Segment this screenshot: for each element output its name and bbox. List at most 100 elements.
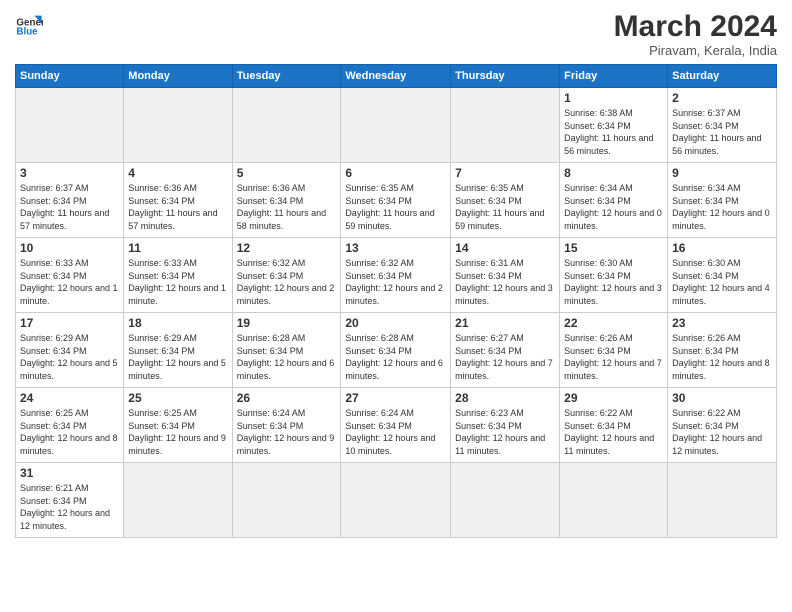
day-info: Sunrise: 6:29 AMSunset: 6:34 PMDaylight:… (128, 332, 227, 382)
table-cell: 24 Sunrise: 6:25 AMSunset: 6:34 PMDayligh… (16, 388, 124, 463)
day-number: 17 (20, 316, 119, 330)
table-cell: 21Sunrise: 6:27 AMSunset: 6:34 PMDayligh… (451, 313, 560, 388)
header-wednesday: Wednesday (341, 65, 451, 88)
table-cell: 8Sunrise: 6:34 AMSunset: 6:34 PMDaylight… (560, 163, 668, 238)
day-number: 16 (672, 241, 772, 255)
table-cell (451, 463, 560, 538)
table-cell: 26 Sunrise: 6:24 AMSunset: 6:34 PMDayligh… (232, 388, 341, 463)
day-info: Sunrise: 6:38 AMSunset: 6:34 PMDaylight:… (564, 107, 663, 157)
table-cell: 1 Sunrise: 6:38 AMSunset: 6:34 PMDaylight… (560, 88, 668, 163)
table-cell: 9 Sunrise: 6:34 AMSunset: 6:34 PMDaylight… (668, 163, 777, 238)
table-cell: 10 Sunrise: 6:33 AMSunset: 6:34 PMDayligh… (16, 238, 124, 313)
day-info: Sunrise: 6:29 AMSunset: 6:34 PMDaylight:… (20, 332, 119, 382)
table-cell: 13 Sunrise: 6:32 AMSunset: 6:34 PMDayligh… (341, 238, 451, 313)
day-number: 13 (345, 241, 446, 255)
table-cell: 6 Sunrise: 6:35 AMSunset: 6:34 PMDaylight… (341, 163, 451, 238)
day-number: 6 (345, 166, 446, 180)
day-number: 23 (672, 316, 772, 330)
day-number: 9 (672, 166, 772, 180)
day-info: Sunrise: 6:35 AMSunset: 6:34 PMDaylight:… (455, 182, 555, 232)
table-cell (451, 88, 560, 163)
table-cell: 11 Sunrise: 6:33 AMSunset: 6:34 PMDayligh… (124, 238, 232, 313)
day-info: Sunrise: 6:31 AMSunset: 6:34 PMDaylight:… (455, 257, 555, 307)
table-cell: 18 Sunrise: 6:29 AMSunset: 6:34 PMDayligh… (124, 313, 232, 388)
day-number: 4 (128, 166, 227, 180)
day-number: 10 (20, 241, 119, 255)
day-info: Sunrise: 6:30 AMSunset: 6:34 PMDaylight:… (564, 257, 663, 307)
logo-icon: General Blue (15, 10, 43, 38)
table-cell: 16Sunrise: 6:30 AMSunset: 6:34 PMDayligh… (668, 238, 777, 313)
header: General Blue March 2024 Piravam, Kerala,… (15, 10, 777, 58)
table-cell: 28Sunrise: 6:23 AMSunset: 6:34 PMDayligh… (451, 388, 560, 463)
table-cell: 5 Sunrise: 6:36 AMSunset: 6:34 PMDaylight… (232, 163, 341, 238)
main-title: March 2024 (614, 10, 777, 43)
table-cell (341, 463, 451, 538)
table-cell (16, 88, 124, 163)
table-cell: 20 Sunrise: 6:28 AMSunset: 6:34 PMDayligh… (341, 313, 451, 388)
table-cell: 2Sunrise: 6:37 AMSunset: 6:34 PMDaylight… (668, 88, 777, 163)
table-cell: 31 Sunrise: 6:21 AMSunset: 6:34 PMDayligh… (16, 463, 124, 538)
header-thursday: Thursday (451, 65, 560, 88)
header-tuesday: Tuesday (232, 65, 341, 88)
day-info: Sunrise: 6:27 AMSunset: 6:34 PMDaylight:… (455, 332, 555, 382)
title-area: March 2024 Piravam, Kerala, India (614, 10, 777, 58)
day-number: 7 (455, 166, 555, 180)
day-number: 20 (345, 316, 446, 330)
table-cell: 23Sunrise: 6:26 AMSunset: 6:34 PMDayligh… (668, 313, 777, 388)
day-info: Sunrise: 6:37 AMSunset: 6:34 PMDaylight:… (20, 182, 119, 232)
table-cell: 12 Sunrise: 6:32 AMSunset: 6:34 PMDayligh… (232, 238, 341, 313)
day-info: Sunrise: 6:35 AMSunset: 6:34 PMDaylight:… (345, 182, 446, 232)
day-info: Sunrise: 6:25 AMSunset: 6:34 PMDaylight:… (20, 407, 119, 457)
day-info: Sunrise: 6:21 AMSunset: 6:34 PMDaylight:… (20, 482, 119, 532)
day-number: 12 (237, 241, 337, 255)
table-cell (232, 463, 341, 538)
table-cell (232, 88, 341, 163)
day-number: 3 (20, 166, 119, 180)
table-cell: 3 Sunrise: 6:37 AMSunset: 6:34 PMDaylight… (16, 163, 124, 238)
table-cell (668, 463, 777, 538)
day-number: 26 (237, 391, 337, 405)
weekday-header-row: Sunday Monday Tuesday Wednesday Thursday… (16, 65, 777, 88)
logo: General Blue (15, 10, 43, 38)
table-cell: 25Sunrise: 6:25 AMSunset: 6:34 PMDayligh… (124, 388, 232, 463)
day-number: 19 (237, 316, 337, 330)
day-info: Sunrise: 6:33 AMSunset: 6:34 PMDaylight:… (128, 257, 227, 307)
day-info: Sunrise: 6:33 AMSunset: 6:34 PMDaylight:… (20, 257, 119, 307)
day-number: 1 (564, 91, 663, 105)
header-monday: Monday (124, 65, 232, 88)
day-info: Sunrise: 6:28 AMSunset: 6:34 PMDaylight:… (237, 332, 337, 382)
day-info: Sunrise: 6:28 AMSunset: 6:34 PMDaylight:… (345, 332, 446, 382)
calendar-table: Sunday Monday Tuesday Wednesday Thursday… (15, 64, 777, 538)
table-cell: 15 Sunrise: 6:30 AMSunset: 6:34 PMDayligh… (560, 238, 668, 313)
day-number: 27 (345, 391, 446, 405)
day-info: Sunrise: 6:36 AMSunset: 6:34 PMDaylight:… (237, 182, 337, 232)
day-number: 31 (20, 466, 119, 480)
table-cell: 19 Sunrise: 6:28 AMSunset: 6:34 PMDayligh… (232, 313, 341, 388)
day-number: 5 (237, 166, 337, 180)
subtitle: Piravam, Kerala, India (614, 43, 777, 58)
day-number: 15 (564, 241, 663, 255)
day-number: 24 (20, 391, 119, 405)
day-number: 11 (128, 241, 227, 255)
table-cell: 22Sunrise: 6:26 AMSunset: 6:34 PMDayligh… (560, 313, 668, 388)
day-info: Sunrise: 6:24 AMSunset: 6:34 PMDaylight:… (345, 407, 446, 457)
page: General Blue March 2024 Piravam, Kerala,… (0, 0, 792, 612)
day-info: Sunrise: 6:32 AMSunset: 6:34 PMDaylight:… (237, 257, 337, 307)
day-info: Sunrise: 6:34 AMSunset: 6:34 PMDaylight:… (672, 182, 772, 232)
day-number: 18 (128, 316, 227, 330)
day-number: 28 (455, 391, 555, 405)
day-info: Sunrise: 6:24 AMSunset: 6:34 PMDaylight:… (237, 407, 337, 457)
day-number: 29 (564, 391, 663, 405)
day-number: 30 (672, 391, 772, 405)
table-cell: 4Sunrise: 6:36 AMSunset: 6:34 PMDaylight… (124, 163, 232, 238)
table-cell (560, 463, 668, 538)
day-info: Sunrise: 6:34 AMSunset: 6:34 PMDaylight:… (564, 182, 663, 232)
day-info: Sunrise: 6:32 AMSunset: 6:34 PMDaylight:… (345, 257, 446, 307)
table-cell: 17 Sunrise: 6:29 AMSunset: 6:34 PMDayligh… (16, 313, 124, 388)
day-info: Sunrise: 6:22 AMSunset: 6:34 PMDaylight:… (672, 407, 772, 457)
table-cell: 30 Sunrise: 6:22 AMSunset: 6:34 PMDayligh… (668, 388, 777, 463)
day-number: 25 (128, 391, 227, 405)
table-cell: 14Sunrise: 6:31 AMSunset: 6:34 PMDayligh… (451, 238, 560, 313)
table-cell: 27 Sunrise: 6:24 AMSunset: 6:34 PMDayligh… (341, 388, 451, 463)
table-cell: 29Sunrise: 6:22 AMSunset: 6:34 PMDayligh… (560, 388, 668, 463)
